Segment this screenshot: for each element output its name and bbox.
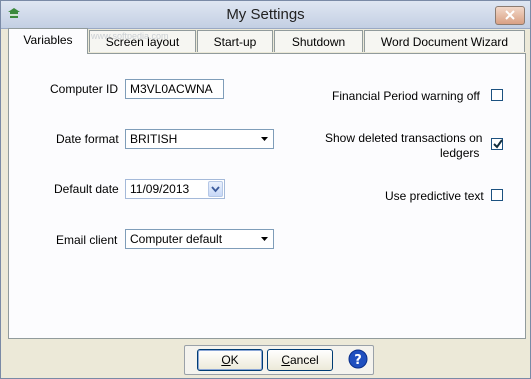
watermark: www.softpedia.com (91, 31, 169, 41)
tab-variables[interactable]: Variables (8, 28, 88, 54)
close-icon (505, 10, 515, 20)
computer-id-label: Computer ID (50, 82, 119, 96)
financial-period-label: Financial Period warning off (332, 89, 480, 103)
ok-button[interactable]: OK (197, 349, 263, 371)
close-button[interactable] (495, 6, 525, 25)
check-icon (493, 139, 503, 149)
svg-text:?: ? (354, 353, 362, 368)
help-icon[interactable]: ? (348, 349, 368, 369)
show-deleted-label-line1: Show deleted transactions on (325, 131, 483, 145)
financial-period-checkbox[interactable] (491, 89, 503, 101)
variables-panel: Computer ID M3VL0ACWNA Date format BRITI… (8, 53, 526, 339)
tab-shutdown[interactable]: Shutdown (274, 30, 363, 52)
show-deleted-label-line2: ledgers (440, 146, 480, 160)
tab-strip: Variables Screen layout Start-up Shutdow… (8, 28, 528, 54)
show-deleted-checkbox[interactable] (491, 138, 503, 150)
chevron-down-icon[interactable] (257, 131, 272, 147)
settings-window: My Settings Variables Screen layout Star… (0, 0, 531, 379)
date-format-label: Date format (56, 132, 119, 146)
default-date-value: 11/09/2013 (130, 182, 190, 196)
email-client-label: Email client (56, 233, 118, 247)
default-date-label: Default date (54, 182, 119, 196)
chevron-down-icon (211, 186, 220, 193)
title-bar: My Settings (1, 1, 530, 29)
tab-word-document-wizard[interactable]: Word Document Wizard (364, 30, 525, 52)
predictive-text-checkbox[interactable] (491, 189, 503, 201)
predictive-text-label: Use predictive text (385, 189, 484, 203)
date-format-select[interactable]: BRITISH (125, 129, 274, 149)
email-client-value: Computer default (130, 232, 223, 246)
email-client-select[interactable]: Computer default (125, 229, 274, 249)
date-format-value: BRITISH (130, 132, 178, 146)
tab-start-up[interactable]: Start-up (197, 30, 273, 52)
date-dropdown-button[interactable] (208, 181, 223, 197)
button-bar: OK Cancel (184, 345, 374, 375)
default-date-picker[interactable]: 11/09/2013 (125, 179, 225, 199)
cancel-button[interactable]: Cancel (267, 349, 333, 371)
computer-id-field[interactable]: M3VL0ACWNA (125, 79, 224, 99)
chevron-down-icon[interactable] (257, 231, 272, 247)
window-title: My Settings (226, 6, 305, 23)
